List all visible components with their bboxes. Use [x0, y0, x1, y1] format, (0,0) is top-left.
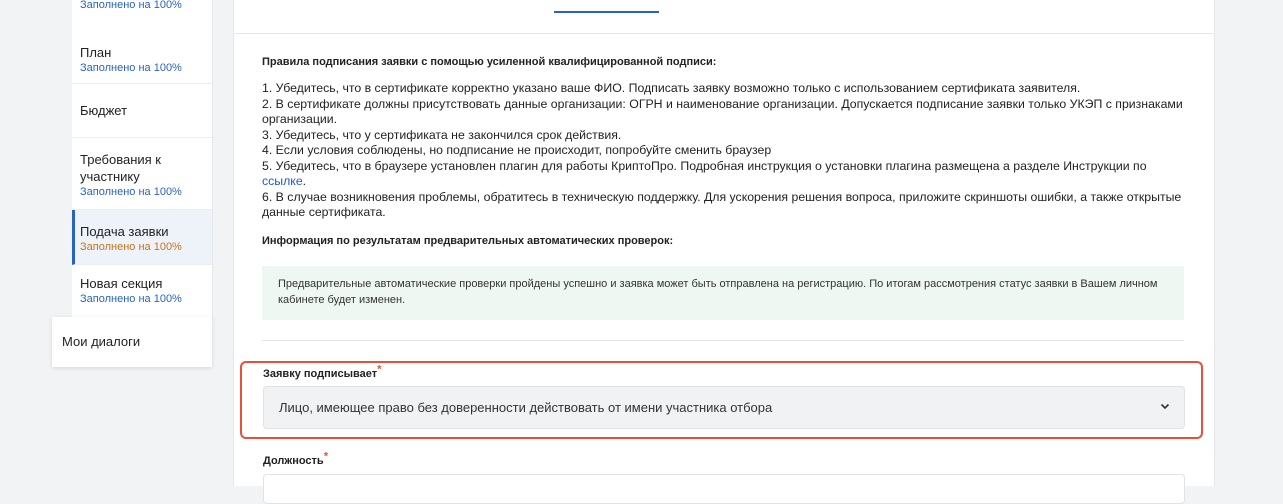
- sidebar-item-budget[interactable]: Бюджет: [72, 84, 212, 138]
- signer-select[interactable]: Лицо, имеющее право без доверенности дей…: [263, 386, 1185, 429]
- checks-title: Информация по результатам предварительны…: [262, 234, 674, 247]
- rule-item: 4. Если условия соблюдены, но подписание…: [262, 143, 772, 157]
- signer-label: Заявку подписывает*: [263, 364, 381, 380]
- sidebar-item-label: Бюджет: [80, 103, 128, 118]
- checks-message: Предварительные автоматические проверки …: [262, 266, 1184, 320]
- divider: [234, 33, 1214, 34]
- divider: [262, 340, 1184, 341]
- position-label-text: Должность: [263, 455, 324, 467]
- sidebar-item-status: Заполнено на 100%: [80, 293, 182, 305]
- rules-title: Правила подписания заявки с помощью усил…: [262, 56, 717, 68]
- rule-item: 3. Убедитесь, что у сертификата не закон…: [262, 127, 622, 142]
- sidebar-item-submission[interactable]: Подача заявки Заполнено на 100%: [72, 210, 212, 265]
- instructions-link[interactable]: ссылке: [262, 174, 303, 188]
- sidebar: Заполнено на 100% План Заполнено на 100%…: [72, 0, 213, 320]
- sidebar-item-status: Заполнено на 100%: [80, 186, 182, 198]
- sidebar-item-label: Подача заявки: [80, 224, 169, 239]
- sidebar-item-label: План: [80, 45, 112, 60]
- my-dialogs-button[interactable]: Мои диалоги: [52, 317, 212, 367]
- rules-list: 1. Убедитесь, что в сертификате корректн…: [262, 81, 1187, 221]
- sidebar-item-label: Новая секция: [80, 276, 163, 291]
- sidebar-item-label: Требования к участнику: [80, 152, 161, 184]
- top-link-underline: [554, 11, 659, 13]
- rule-text-end: .: [302, 174, 307, 188]
- required-mark: *: [323, 450, 328, 463]
- sidebar-item-status: Заполнено на 100%: [80, 241, 182, 253]
- rules-section: Правила подписания заявки с помощью усил…: [262, 56, 1187, 247]
- signer-select-value: Лицо, имеющее право без доверенности дей…: [279, 400, 773, 415]
- sidebar-item-plan[interactable]: План Заполнено на 100%: [72, 30, 212, 84]
- position-label: Должность*: [263, 451, 328, 467]
- rule-item: 5. Убедитесь, что в браузере установлен …: [262, 159, 1187, 190]
- position-input[interactable]: [263, 474, 1185, 504]
- rule-item: 2. В сертификате должны присутствовать д…: [262, 96, 1183, 127]
- rule-item: 1. Убедитесь, что в сертификате корректн…: [262, 81, 1081, 95]
- signer-label-text: Заявку подписывает: [263, 368, 378, 380]
- sidebar-item-requirements[interactable]: Требования к участнику Заполнено на 100%: [72, 138, 212, 210]
- rule-item: 6. В случае возникновения проблемы, обра…: [262, 189, 1182, 220]
- required-mark: *: [377, 363, 382, 376]
- sidebar-top-status: Заполнено на 100%: [80, 0, 182, 9]
- sidebar-item-status: Заполнено на 100%: [80, 62, 182, 74]
- rule-text: 5. Убедитесь, что в браузере установлен …: [262, 158, 1147, 173]
- sidebar-item-new-section[interactable]: Новая секция Заполнено на 100%: [72, 265, 212, 320]
- chevron-down-icon: [1160, 387, 1170, 428]
